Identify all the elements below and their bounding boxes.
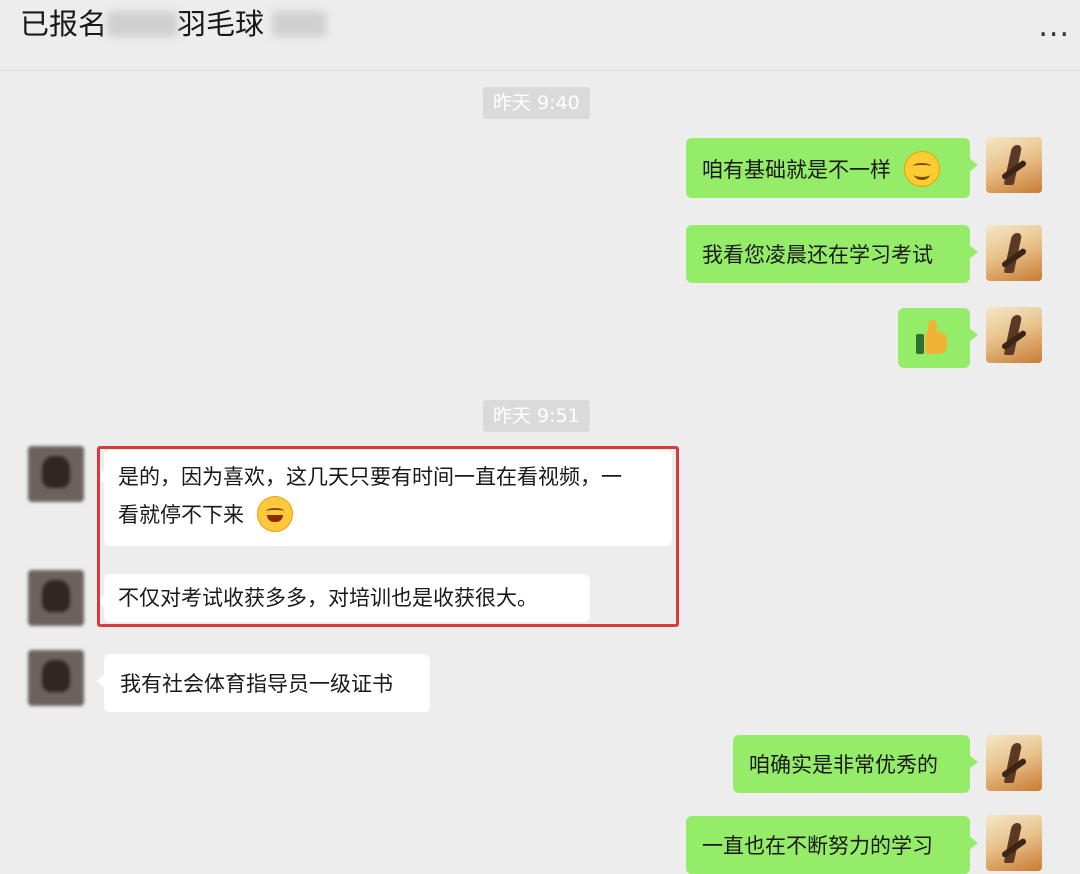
- my-avatar[interactable]: [986, 137, 1042, 193]
- message-text: 咱确实是非常优秀的: [749, 753, 938, 777]
- my-avatar[interactable]: [986, 225, 1042, 281]
- chat-header: 已报名 羽毛球 ...: [0, 0, 1080, 71]
- outgoing-message[interactable]: 一直也在不断努力的学习: [686, 816, 978, 874]
- contact-avatar[interactable]: [28, 446, 84, 502]
- timestamp: 昨天 9:40: [483, 87, 590, 119]
- message-text: 我有社会体育指导员一级证书: [120, 672, 393, 696]
- message-text: 咱有基础就是不一样: [702, 158, 891, 182]
- outgoing-message[interactable]: 咱确实是非常优秀的: [733, 735, 978, 793]
- my-avatar[interactable]: [986, 815, 1042, 871]
- message-text: 我看您凌晨还在学习考试: [702, 243, 933, 267]
- my-avatar[interactable]: [986, 735, 1042, 791]
- highlight-box: [97, 446, 679, 627]
- contact-avatar[interactable]: [28, 570, 84, 626]
- thumbs-up-icon: [916, 320, 948, 354]
- my-avatar[interactable]: [986, 307, 1042, 363]
- contact-avatar[interactable]: [28, 650, 84, 706]
- incoming-message[interactable]: 我有社会体育指导员一级证书: [96, 654, 430, 712]
- redacted-text: [107, 11, 178, 37]
- redacted-text: [272, 11, 327, 37]
- timestamp: 昨天 9:51: [483, 400, 590, 432]
- smile-emoji-icon: [903, 151, 940, 187]
- message-text: 一直也在不断努力的学习: [702, 834, 933, 858]
- outgoing-sticker-message[interactable]: [898, 308, 978, 368]
- more-options-button[interactable]: ...: [1038, 12, 1070, 42]
- chat-title: 已报名 羽毛球: [20, 4, 327, 44]
- outgoing-message[interactable]: 咱有基础就是不一样: [686, 138, 978, 198]
- chat-title-end: 羽毛球: [177, 7, 265, 41]
- outgoing-message[interactable]: 我看您凌晨还在学习考试: [686, 225, 978, 283]
- chat-title-start: 已报名: [20, 7, 108, 41]
